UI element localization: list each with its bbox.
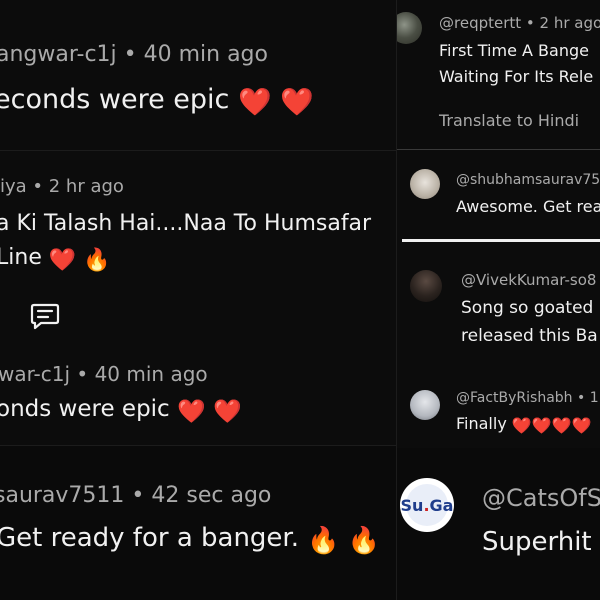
divider: [0, 150, 396, 151]
comment-text: Waiting For Its Rele: [439, 67, 594, 86]
comment-author[interactable]: @FactByRishabh • 1: [456, 390, 599, 406]
comment-author[interactable]: @shubhamsaurav75: [456, 172, 600, 188]
comment-text-content: onds were epic: [0, 396, 170, 422]
comment-catsofs: Su.Ga @CatsOfS Superhit: [396, 448, 600, 600]
comment-snippet-2: iya • 2 hr ago a Ki Talash Hai....Naa To…: [0, 150, 396, 350]
heart-emoji: ❤️: [237, 87, 272, 119]
svg-text:Su.Ga: Su.Ga: [401, 496, 454, 515]
fire-emoji: 🔥: [307, 526, 340, 557]
heart-emoji: ❤️: [551, 415, 572, 435]
avatar[interactable]: [396, 12, 422, 44]
comment-text-content: Line: [0, 245, 42, 270]
comment-author[interactable]: @VivekKumar-so8: [461, 271, 596, 289]
comment-meta: angwar-c1j • 40 min ago: [0, 42, 268, 67]
comment-text: First Time A Bange: [439, 41, 589, 60]
comment-snippet-4: saurav7511 • 42 sec ago Get ready for a …: [0, 445, 396, 600]
comment-icon-svg: [30, 303, 60, 330]
comment-text: Line ❤️ 🔥: [0, 245, 111, 273]
translate-link[interactable]: Translate to Hindi: [439, 111, 579, 130]
avatar[interactable]: [410, 270, 442, 302]
heart-emoji: ❤️: [280, 87, 314, 119]
comment-reqptertt: @reqptertt • 2 hr ago First Time A Bange…: [396, 0, 600, 150]
comment-text: a Ki Talash Hai....Naa To Humsafar: [0, 211, 372, 236]
suga-logo-icon: Su.Ga: [401, 484, 454, 526]
comment-meta: iya • 2 hr ago: [0, 176, 124, 197]
comment-text: Song so goated: [461, 298, 594, 318]
divider: [0, 445, 396, 446]
heart-emoji: ❤️: [48, 247, 77, 273]
heart-emoji: ❤️: [511, 415, 532, 435]
comment-text: Awesome. Get rea: [456, 197, 600, 216]
comment-text-content: Get ready for a banger.: [0, 523, 299, 553]
comment-vivekkumar: @VivekKumar-so8 Song so goated released …: [396, 242, 600, 372]
comment-snippet-3: war-c1j • 40 min ago onds were epic ❤️ ❤…: [0, 350, 396, 445]
comment-author[interactable]: @reqptertt • 2 hr ago: [439, 14, 600, 32]
heart-emoji: ❤️: [212, 398, 242, 425]
heart-emoji: ❤️: [177, 398, 206, 425]
comment-shubhamsaurav: @shubhamsaurav75 Awesome. Get rea: [396, 150, 600, 242]
avatar[interactable]: [410, 390, 440, 420]
avatar[interactable]: [410, 169, 440, 199]
comment-snippet-1: angwar-c1j • 40 min ago econds were epic…: [0, 0, 396, 150]
comment-text-content: econds were epic: [0, 84, 230, 115]
comment-text: Get ready for a banger. 🔥 🔥: [0, 523, 380, 556]
heart-emoji: ❤️: [531, 415, 552, 435]
comment-text-content: Finally: [456, 414, 507, 433]
comment-meta: saurav7511 • 42 sec ago: [0, 483, 272, 508]
avatar[interactable]: Su.Ga: [400, 478, 454, 532]
heart-emoji: ❤️: [571, 415, 592, 435]
comment-text: released this Ba: [461, 326, 598, 346]
comment-text: econds were epic ❤️ ❤️: [0, 84, 314, 118]
fire-emoji: 🔥: [83, 247, 111, 273]
comment-factbyrishabh: @FactByRishabh • 1 Finally ❤️❤️❤️❤️: [396, 372, 600, 448]
comment-author[interactable]: @CatsOfS: [482, 484, 600, 512]
comment-icon[interactable]: [30, 302, 60, 332]
divider: [396, 0, 397, 600]
comment-text: Superhit: [482, 527, 592, 557]
comment-text: onds were epic ❤️ ❤️: [0, 396, 242, 425]
comment-text: Finally ❤️❤️❤️❤️: [456, 414, 592, 435]
fire-emoji: 🔥: [347, 526, 381, 557]
comment-meta: war-c1j • 40 min ago: [0, 362, 208, 386]
